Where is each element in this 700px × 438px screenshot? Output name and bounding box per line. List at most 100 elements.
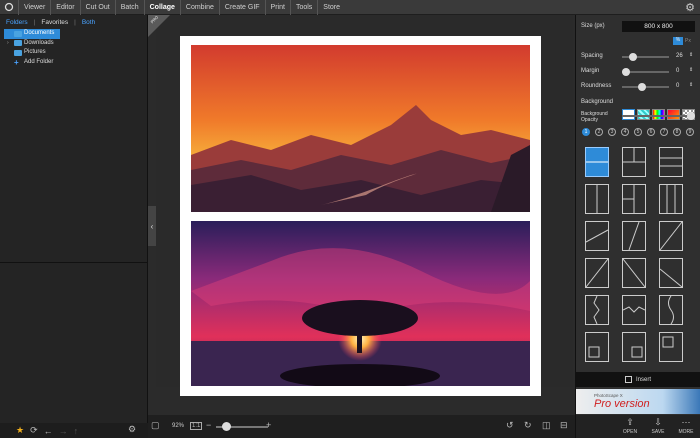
- menu-print[interactable]: Print: [264, 0, 290, 15]
- collage-photo-mountains[interactable]: [191, 45, 530, 212]
- layout-columns-split[interactable]: [622, 184, 646, 214]
- menu-store[interactable]: Store: [317, 0, 345, 15]
- collapse-panel-button[interactable]: ‹: [148, 206, 156, 246]
- layout-wave-vertical-2[interactable]: [659, 295, 683, 325]
- layout-diagonal-1[interactable]: [585, 221, 609, 251]
- roundness-slider-handle[interactable]: [638, 83, 646, 91]
- preset-6[interactable]: 6: [647, 128, 655, 136]
- tab-favorites[interactable]: Favorites: [39, 19, 70, 26]
- insert-button[interactable]: Insert: [576, 372, 700, 387]
- save-label[interactable]: SAVE: [648, 429, 668, 435]
- folder-documents[interactable]: Documents: [4, 29, 60, 39]
- menu-tools[interactable]: Tools: [289, 0, 317, 15]
- zoom-in-icon[interactable]: +: [266, 420, 271, 430]
- layout-wave-horizontal[interactable]: [622, 295, 646, 325]
- menu-combine[interactable]: Combine: [179, 0, 219, 15]
- opacity-slider[interactable]: [622, 115, 692, 117]
- layout-corner-1[interactable]: [585, 332, 609, 362]
- menu-viewer[interactable]: Viewer: [18, 0, 50, 15]
- plus-icon: +: [14, 57, 19, 67]
- preset-2[interactable]: 2: [595, 128, 603, 136]
- app-logo-icon[interactable]: [0, 0, 18, 15]
- size-field[interactable]: 800 x 800: [622, 21, 695, 32]
- rotate-right-icon[interactable]: ↻: [524, 420, 532, 431]
- collage-properties-panel: Size (px) 800 x 800 % Px Spacing 26 ⇕ Ma…: [575, 15, 700, 438]
- layout-toggle-icon[interactable]: ⊟: [560, 420, 568, 431]
- margin-value[interactable]: 0: [676, 68, 679, 74]
- menu-create-gif[interactable]: Create GIF: [218, 0, 265, 15]
- tab-separator: |: [33, 18, 36, 26]
- roundness-value[interactable]: 0: [676, 83, 679, 89]
- forward-arrow-icon[interactable]: →: [59, 426, 68, 436]
- layout-diagonal-4[interactable]: [585, 258, 609, 288]
- layout-diagonal-2[interactable]: [622, 221, 646, 251]
- layout-diagonal-6[interactable]: [659, 258, 683, 288]
- tab-separator: |: [74, 18, 76, 26]
- layout-two-rows[interactable]: [585, 147, 609, 177]
- menu-batch[interactable]: Batch: [114, 0, 144, 15]
- spacing-value[interactable]: 26: [676, 53, 683, 59]
- insert-label: Insert: [635, 376, 651, 383]
- spacing-slider-handle[interactable]: [629, 53, 637, 61]
- layout-corner-2[interactable]: [622, 332, 646, 362]
- browser-settings-gear-icon[interactable]: ⚙: [128, 424, 136, 435]
- margin-stepper-icon[interactable]: ⇕: [689, 67, 693, 73]
- layout-corner-3[interactable]: [659, 332, 683, 362]
- layout-row-bottom-split[interactable]: [659, 147, 683, 177]
- actual-size-button[interactable]: 1:1: [190, 422, 203, 430]
- add-folder-button[interactable]: + Add Folder: [4, 58, 147, 68]
- layout-row-top-split[interactable]: [622, 147, 646, 177]
- flip-icon[interactable]: ◫: [542, 420, 551, 431]
- tab-folders[interactable]: Folders: [4, 19, 30, 26]
- zoom-out-icon[interactable]: −: [206, 420, 211, 430]
- fit-view-icon[interactable]: ▢: [151, 420, 160, 431]
- open-icon[interactable]: ⇪: [622, 417, 638, 428]
- menu-collage[interactable]: Collage: [143, 0, 180, 15]
- layout-two-columns[interactable]: [585, 184, 609, 214]
- preset-4[interactable]: 4: [621, 128, 629, 136]
- save-icon[interactable]: ⇩: [650, 417, 666, 428]
- preset-1[interactable]: 1: [582, 128, 590, 136]
- expand-caret-icon[interactable]: ›: [7, 39, 12, 49]
- browser-tabs: Folders | Favorites | Both: [0, 15, 147, 29]
- rotate-left-icon[interactable]: ↺: [506, 420, 514, 431]
- collage-canvas[interactable]: [180, 36, 541, 396]
- layout-three-columns[interactable]: [659, 184, 683, 214]
- back-arrow-icon[interactable]: ←: [44, 426, 53, 436]
- folder-label: Downloads: [24, 39, 54, 46]
- preset-7[interactable]: 7: [660, 128, 668, 136]
- roundness-stepper-icon[interactable]: ⇕: [689, 82, 693, 88]
- pro-version-banner[interactable]: PhotoScape X Pro version: [576, 389, 700, 414]
- size-label: Size (px): [581, 23, 605, 29]
- unit-percent-toggle[interactable]: %: [673, 37, 683, 45]
- menu-cut-out[interactable]: Cut Out: [79, 0, 115, 15]
- folder-downloads[interactable]: › Downloads: [4, 39, 147, 49]
- layout-wave-vertical[interactable]: [585, 295, 609, 325]
- more-icon[interactable]: ⋯: [678, 417, 694, 428]
- file-browser-panel: Folders | Favorites | Both Documents › D…: [0, 15, 148, 423]
- preset-8[interactable]: 8: [673, 128, 681, 136]
- zoom-slider-handle[interactable]: [222, 422, 232, 431]
- star-icon[interactable]: ★: [16, 425, 24, 436]
- menu-editor[interactable]: Editor: [50, 0, 79, 15]
- layout-diagonal-5[interactable]: [622, 258, 646, 288]
- refresh-icon[interactable]: ⟳: [30, 425, 38, 436]
- up-arrow-icon[interactable]: ↑: [74, 426, 79, 436]
- layout-diagonal-3[interactable]: [659, 221, 683, 251]
- spacing-stepper-icon[interactable]: ⇕: [689, 52, 693, 58]
- more-label[interactable]: MORE: [676, 429, 696, 435]
- tab-both[interactable]: Both: [80, 19, 97, 26]
- margin-slider-handle[interactable]: [622, 68, 630, 76]
- preset-3[interactable]: 3: [608, 128, 616, 136]
- folder-pictures[interactable]: Pictures: [4, 48, 147, 58]
- collage-photo-tree-sunset[interactable]: [191, 221, 530, 386]
- background-label: Background: [581, 99, 614, 105]
- settings-gear-icon[interactable]: ⚙: [685, 1, 695, 14]
- open-label[interactable]: OPEN: [620, 429, 640, 435]
- opacity-slider-handle[interactable]: [687, 112, 695, 120]
- preset-5[interactable]: 5: [634, 128, 642, 136]
- background-opacity-label: Background Opacity: [581, 111, 608, 123]
- insert-icon: [624, 376, 632, 383]
- unit-px-toggle[interactable]: Px: [685, 38, 691, 44]
- preset-9[interactable]: 9: [686, 128, 694, 136]
